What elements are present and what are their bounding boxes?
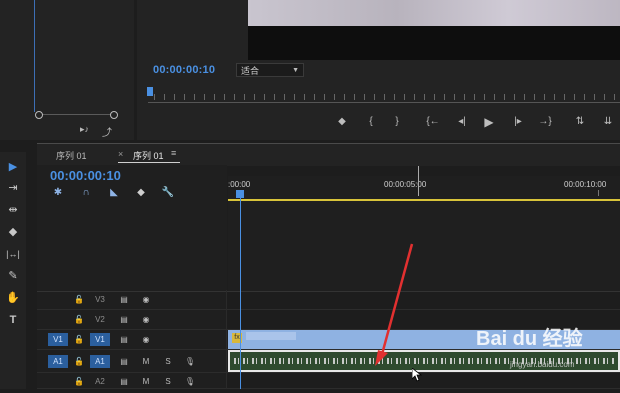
pen-tool-icon[interactable]: ✎ <box>4 267 22 285</box>
video-frame-image <box>248 0 620 26</box>
lift-icon[interactable]: ⇅ <box>572 114 588 130</box>
track-label-a2[interactable]: A2 <box>90 375 110 388</box>
timeline-time-ruler[interactable]: :00:00 00:00:05:00 00:00:10:00 <box>228 166 620 200</box>
lock-icon[interactable]: 🔓 <box>73 355 85 368</box>
close-icon[interactable]: × <box>118 149 123 159</box>
ruler-label: 00:00:10:00 <box>564 180 607 189</box>
sync-lock-icon[interactable]: ▤ <box>118 355 130 368</box>
ripple-edit-tool-icon[interactable]: ⇹ <box>4 201 22 219</box>
solo-button[interactable]: S <box>162 375 174 388</box>
export-frame-icon[interactable]: ⤴ <box>102 124 112 139</box>
lock-icon[interactable]: 🔓 <box>73 293 85 306</box>
track-header-a2: 🔓 A2 ▤ M S 🎙 <box>37 373 227 393</box>
add-marker-icon[interactable]: ◆ <box>334 114 350 130</box>
header-divider <box>226 350 227 373</box>
track-select-tool-icon[interactable]: ⇥ <box>4 179 22 197</box>
play-icon[interactable]: ▶ <box>481 114 497 130</box>
lock-icon[interactable]: 🔓 <box>73 375 85 388</box>
step-back-icon[interactable]: ◂| <box>454 114 470 130</box>
timeline-empty-area[interactable] <box>228 201 620 291</box>
track-label-v3[interactable]: V3 <box>90 293 110 306</box>
program-timecode[interactable]: 00:00:00:10 <box>153 64 215 76</box>
track-header-v3: 🔓 V3 ▤ ◉ <box>37 290 227 310</box>
add-marker-icon[interactable]: ◆ <box>134 186 148 200</box>
sync-lock-icon[interactable]: ▤ <box>118 313 130 326</box>
source-in-handle[interactable] <box>35 111 43 119</box>
ruler-tick <box>418 166 419 196</box>
ruler-baseline <box>148 102 620 103</box>
track-label-v1[interactable]: V1 <box>90 333 110 346</box>
track-header-v2: 🔓 V2 ▤ ◉ <box>37 310 227 330</box>
program-playhead[interactable] <box>147 87 153 96</box>
sync-lock-icon[interactable]: ▤ <box>118 293 130 306</box>
insert-audio-icon[interactable]: ▸♪ <box>80 124 89 135</box>
hand-tool-icon[interactable]: ✋ <box>4 289 22 307</box>
snap-icon[interactable]: ∩ <box>79 186 93 200</box>
track-v3[interactable]: 🔓 V3 ▤ ◉ <box>37 290 620 310</box>
active-tab-underline <box>118 162 180 163</box>
microphone-icon[interactable]: 🎙 <box>184 375 196 388</box>
selection-tool-icon[interactable]: ▶ <box>4 158 22 176</box>
panel-menu-icon[interactable]: ≡ <box>171 148 176 158</box>
timeline-timecode[interactable]: 00:00:00:10 <box>50 168 121 183</box>
eye-icon[interactable]: ◉ <box>140 313 152 326</box>
header-divider <box>226 373 227 389</box>
mark-out-icon[interactable]: } <box>389 114 405 130</box>
track-label-a1[interactable]: A1 <box>90 355 110 368</box>
header-divider <box>226 290 227 310</box>
source-scrub-track <box>38 114 114 115</box>
extract-icon[interactable]: ⇊ <box>600 114 616 130</box>
mute-button[interactable]: M <box>140 375 152 388</box>
source-patch-v1[interactable]: V1 <box>48 333 68 346</box>
program-video-frame <box>248 0 620 60</box>
source-monitor-panel <box>0 0 134 140</box>
program-time-ruler[interactable] <box>148 88 620 106</box>
tab-sequence-01-b[interactable]: 序列 01 <box>133 149 164 162</box>
wrench-settings-icon[interactable]: 🔧 <box>161 186 175 200</box>
timeline-playhead-line[interactable] <box>240 196 241 389</box>
lock-icon[interactable]: 🔓 <box>73 313 85 326</box>
eye-icon[interactable]: ◉ <box>140 333 152 346</box>
go-to-out-icon[interactable]: →} <box>537 114 553 130</box>
mark-in-icon[interactable]: { <box>363 114 379 130</box>
header-divider <box>226 310 227 330</box>
track-a2[interactable]: 🔓 A2 ▤ M S 🎙 <box>37 373 620 389</box>
ruler-tick <box>598 190 599 196</box>
microphone-icon[interactable]: 🎙 <box>184 355 196 368</box>
eye-icon[interactable]: ◉ <box>140 293 152 306</box>
source-playhead-line <box>34 0 35 112</box>
track-header-a1: A1 🔓 A1 ▤ M S 🎙 <box>37 350 227 373</box>
type-tool-icon[interactable]: T <box>4 311 22 329</box>
zoom-level-value: 适合 <box>241 66 260 76</box>
tab-sequence-01-a[interactable]: 序列 01 <box>56 149 87 162</box>
razor-tool-icon[interactable]: ◆ <box>4 223 22 241</box>
track-header-v1: V1 🔓 V1 ▤ ◉ <box>37 330 227 350</box>
header-divider <box>226 330 227 350</box>
nest-sequence-icon[interactable]: ✱ <box>51 186 65 200</box>
solo-button[interactable]: S <box>162 355 174 368</box>
track-label-v2[interactable]: V2 <box>90 313 110 326</box>
source-patch-a1[interactable]: A1 <box>48 355 68 368</box>
ruler-label: :00:00 <box>228 180 251 189</box>
mute-button[interactable]: M <box>140 355 152 368</box>
watermark-url: jingyan.baidu.com <box>510 360 575 369</box>
zoom-level-select[interactable]: 适合 ▼ <box>236 63 304 77</box>
clip-name-blurred <box>246 332 296 340</box>
sync-lock-icon[interactable]: ▤ <box>118 375 130 388</box>
source-scrub-bar[interactable] <box>0 111 134 119</box>
linked-selection-icon[interactable]: ◣ <box>107 186 121 200</box>
baidu-watermark-logo: Bai du 经验 <box>476 328 583 350</box>
lock-icon[interactable]: 🔓 <box>73 333 85 346</box>
sync-lock-icon[interactable]: ▤ <box>118 333 130 346</box>
source-out-handle[interactable] <box>110 111 118 119</box>
mouse-cursor-icon <box>412 368 422 382</box>
slip-tool-icon[interactable]: |↔| <box>4 245 22 263</box>
ruler-ticks <box>154 94 620 100</box>
tools-panel: ▶ ⇥ ⇹ ◆ |↔| ✎ ✋ T <box>0 152 26 389</box>
step-forward-icon[interactable]: |▸ <box>510 114 526 130</box>
ruler-label: 00:00:05:00 <box>384 180 427 189</box>
chevron-down-icon: ▼ <box>292 67 299 74</box>
go-to-in-icon[interactable]: {← <box>425 114 441 130</box>
